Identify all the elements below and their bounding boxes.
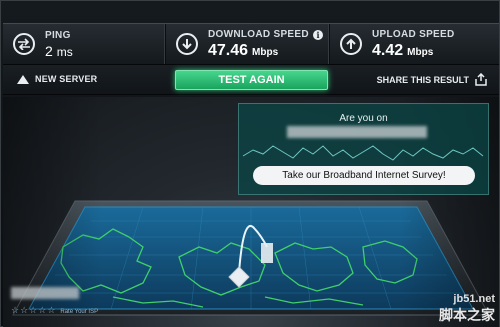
upload-metric: UPLOAD SPEED 4.42 Mbps: [330, 24, 499, 64]
new-server-button[interactable]: NEW SERVER: [17, 74, 97, 84]
blurred-isp-label: [11, 287, 79, 299]
new-server-label: NEW SERVER: [35, 74, 98, 84]
upload-label: UPLOAD SPEED: [372, 28, 455, 40]
results-stage: Are you on Take our Broadband Internet S…: [3, 97, 499, 327]
watermark-url: jb51.net: [453, 293, 495, 305]
action-bar: NEW SERVER TEST AGAIN SHARE THIS RESULT: [3, 65, 499, 95]
survey-panel: Are you on Take our Broadband Internet S…: [238, 103, 489, 195]
ping-arrows-icon: [13, 33, 35, 55]
survey-sparkline: [242, 145, 484, 161]
ping-unit: ms: [56, 44, 73, 59]
triangle-up-icon: [17, 74, 29, 84]
star-icon[interactable]: ☆: [47, 307, 55, 316]
star-icon[interactable]: ☆: [29, 307, 37, 316]
survey-title: Are you on: [339, 113, 388, 124]
download-label: DOWNLOAD SPEED: [208, 28, 309, 40]
ping-value: 2: [45, 42, 53, 59]
upload-unit: Mbps: [407, 46, 434, 58]
rate-isp-label: Rate Your ISP: [60, 308, 99, 315]
watermark-name: 脚本之家: [439, 308, 495, 324]
speedtest-window: PING 2 ms DOWNLOAD SPEED 47.46 Mbps i UP…: [0, 0, 500, 327]
rate-isp-widget: ☆ ☆ ☆ ☆ ☆ Rate Your ISP: [11, 287, 98, 316]
info-icon[interactable]: i: [313, 30, 323, 40]
download-arrow-icon: [176, 33, 198, 55]
site-watermark: jb51.net 脚本之家: [439, 293, 495, 325]
share-icon: [475, 73, 487, 86]
ping-metric: PING 2 ms: [3, 24, 166, 64]
ping-label: PING: [45, 29, 71, 41]
star-icon[interactable]: ☆: [11, 307, 19, 316]
download-metric: DOWNLOAD SPEED 47.46 Mbps i: [166, 24, 330, 64]
metrics-bar: PING 2 ms DOWNLOAD SPEED 47.46 Mbps i UP…: [3, 23, 499, 65]
share-label: SHARE THIS RESULT: [376, 74, 469, 85]
upload-arrow-icon: [340, 33, 362, 55]
broadband-survey-button[interactable]: Take our Broadband Internet Survey!: [253, 166, 475, 185]
star-icon[interactable]: ☆: [38, 307, 46, 316]
test-again-button[interactable]: TEST AGAIN: [175, 70, 328, 90]
blurred-isp-name: [287, 126, 427, 138]
download-value: 47.46: [208, 41, 249, 59]
share-result-button[interactable]: SHARE THIS RESULT: [377, 73, 487, 86]
isp-star-rating[interactable]: ☆ ☆ ☆ ☆ ☆ Rate Your ISP: [11, 307, 98, 316]
download-unit: Mbps: [252, 46, 279, 58]
upload-value: 4.42: [372, 41, 404, 59]
star-icon[interactable]: ☆: [20, 307, 28, 316]
